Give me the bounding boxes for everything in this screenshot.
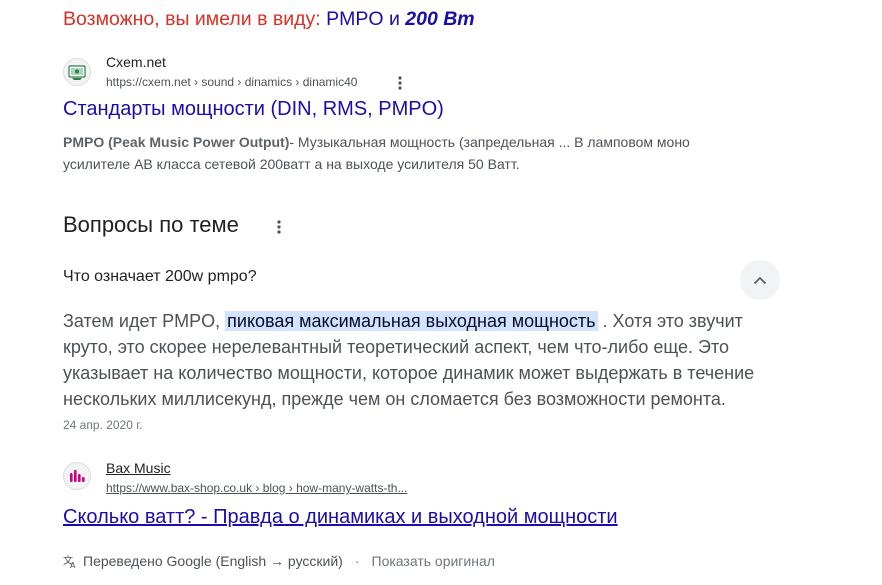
suggestion-pmpo-link[interactable]: PMPO <box>326 8 383 30</box>
translation-notice: 文 A Переведено Google (English → русский… <box>63 553 495 569</box>
more-vert-icon[interactable] <box>392 75 408 91</box>
answer-text: Затем идет PMPO, пиковая максимальная вы… <box>63 308 763 412</box>
translate-icon: 文 A <box>63 554 76 568</box>
collapse-question-button[interactable] <box>740 260 780 300</box>
result-title-link[interactable]: Стандарты мощности (DIN, RMS, PMPO) <box>63 98 444 121</box>
result-snippet: PMPO (Peak Music Power Output)- Музыкаль… <box>63 131 763 175</box>
result-site-name[interactable]: Bax Music <box>106 460 171 476</box>
answer-highlight: пиковая максимальная выходная мощность <box>225 311 598 331</box>
separator-dot: · <box>354 553 360 569</box>
answer-date: 24 апр. 2020 г. <box>63 418 143 432</box>
did-you-mean-label: Возможно, вы имели в виду: <box>63 8 321 30</box>
result-site-name[interactable]: Cxem.net <box>106 54 166 70</box>
question-text[interactable]: Что означает 200w pmpo? <box>63 268 257 286</box>
bax-logo-icon <box>70 470 85 482</box>
translated-label: Переведено Google (English → русский) <box>83 553 343 569</box>
related-questions-heading: Вопросы по теме <box>63 212 239 237</box>
snippet-bold-term: PMPO (Peak Music Power Output) <box>63 134 290 150</box>
snippet-line1: - Музыкальная мощность (запредельная ...… <box>289 134 690 150</box>
snippet-line2: усилителе АВ класса сетевой 200ватт а на… <box>63 156 520 172</box>
svg-text:A: A <box>70 561 76 568</box>
did-you-mean: Возможно, вы имели в виду: PMPO и 200 Вт <box>63 8 475 31</box>
chevron-up-icon <box>753 276 767 284</box>
more-vert-icon[interactable] <box>271 219 287 235</box>
result-url[interactable]: https://cxem.net › sound › dinamics › di… <box>106 75 357 89</box>
suggestion-joiner: и <box>388 8 400 30</box>
show-original-link[interactable]: Показать оригинал <box>372 553 495 569</box>
answer-before: Затем идет PMPO, <box>63 311 226 331</box>
suggestion-200w-link[interactable]: 200 Вт <box>405 8 474 30</box>
bax-music-favicon[interactable] <box>63 462 91 490</box>
result-title-link[interactable]: Сколько ватт? - Правда о динамиках и вых… <box>63 506 618 529</box>
cxem-favicon[interactable] <box>63 58 91 86</box>
result-url[interactable]: https://www.bax-shop.co.uk › blog › how-… <box>106 481 407 495</box>
cxem-logo-icon <box>68 65 86 80</box>
